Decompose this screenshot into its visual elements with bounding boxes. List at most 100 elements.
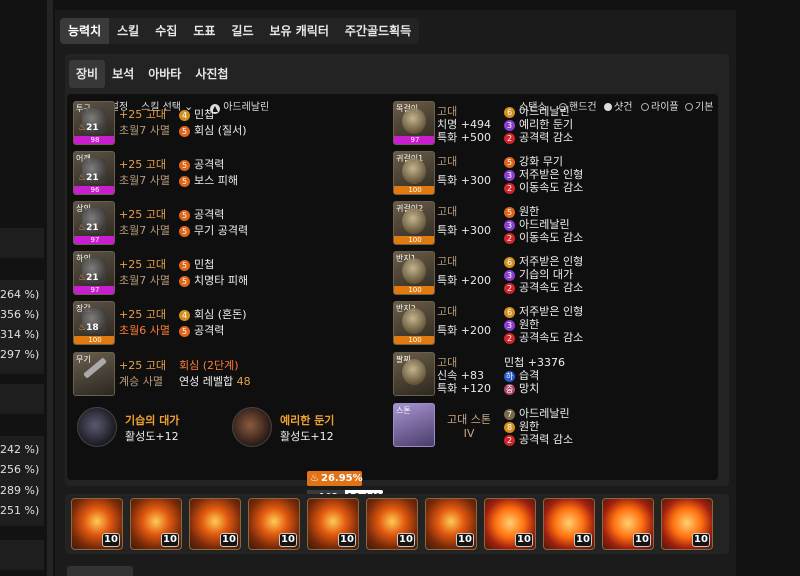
crimson-gem-icon[interactable]: 10 <box>602 498 654 550</box>
elixir-badge: 5 <box>179 276 190 287</box>
accessory-icon <box>402 308 426 334</box>
tab-characters[interactable]: 보유 캐릭터 <box>262 18 337 44</box>
flame-icon: ♨ <box>78 173 87 183</box>
eng-name: 이동속도 감소 <box>519 181 584 194</box>
quality-bar: 100 <box>394 286 434 294</box>
elixir-name: 치명타 피해 <box>194 274 249 287</box>
annihilation-gem-icon[interactable]: 10 <box>130 498 182 550</box>
tab-weekly-gold[interactable]: 주간골드획득 <box>337 18 419 44</box>
elixir-badge: 4 <box>179 110 190 121</box>
equipment-item[interactable]: 하의♨2197+25 고대초월7 사멸5민첩5치명타 피해 <box>73 251 373 297</box>
subtab-gems[interactable]: 보석 <box>105 60 141 88</box>
left-stats-header-2 <box>0 384 44 414</box>
tab-stats[interactable]: 능력치 <box>60 18 110 44</box>
eng-badge: 2 <box>504 183 515 194</box>
gem-level: 10 <box>397 533 415 547</box>
accessory-item[interactable]: 팔찌 고대 신속 +83 특화 +120 민첩 +3376 하 습격 중 망치 <box>393 352 713 398</box>
weapon-link: 연성 레벨합 48 <box>179 373 251 389</box>
accessory-grade: 고대 <box>437 305 458 318</box>
accessory-eng-row: 2 공격속도 감소 <box>504 279 583 295</box>
subtab-equipment[interactable]: 장비 <box>69 60 106 88</box>
transcend-level: ♨18 <box>78 323 99 333</box>
tab-collection[interactable]: 수집 <box>147 18 185 44</box>
accessory-eng-row: 중 망치 <box>504 380 539 396</box>
equipment-ability-stone[interactable]: 스톤 고대 스톤 IV 7 아드레날린 8 원한 2 공격력 감소 <box>393 403 713 449</box>
eng-badge: 2 <box>504 133 515 144</box>
equipment-weapon[interactable]: 무기 +25 고대 계승 사멸 회심 (2단계) 연성 레벨합 48 <box>73 352 373 398</box>
annihilation-gem-icon[interactable]: 10 <box>248 498 300 550</box>
elixir-badge: 5 <box>179 160 190 171</box>
crimson-gem-icon[interactable]: 10 <box>661 498 713 550</box>
elixir-name: 보스 피해 <box>194 174 238 187</box>
accessory-item[interactable]: 반지1 100 고대 특화 +200 6 저주받은 인형 3 기습의 대가 2 공격속도 감소 <box>393 251 713 297</box>
accessory-eng-row: 2 공격속도 감소 <box>504 329 583 345</box>
accessory-slot-icon: 귀걸이1100 <box>393 151 435 195</box>
accessory-item[interactable]: 반지2 100 고대 특화 +200 6 저주받은 인형 3 원한 2 공격속도 감소 <box>393 301 713 347</box>
transcend-level: ♨21 <box>78 173 99 183</box>
equipment-item[interactable]: 투구♨2198+25 고대초월7 사멸4민첩5회심 (질서) <box>73 101 373 147</box>
equipment-item[interactable]: 장갑♨18100+25 고대초월6 사멸4회심 (혼돈)5공격력 <box>73 301 373 347</box>
tab-guild[interactable]: 길드 <box>223 18 261 44</box>
engraving-icon <box>232 407 272 447</box>
left-pct-value: 356 %) <box>0 308 40 321</box>
left-pct-value: 256 %) <box>0 463 40 476</box>
equipment-box: ✕ 효과 설정 스킬 선택 ⌄ ▲ 아드레날린 스탠스 핸드건 샷건 라이플 기… <box>67 94 718 505</box>
eng-badge: 중 <box>504 384 515 395</box>
engraving-ambush-master[interactable]: 기습의 대가 활성도+12 <box>77 407 227 451</box>
eng-badge: 2 <box>504 435 515 446</box>
equipment-slot-icon: 투구♨2198 <box>73 101 115 145</box>
quality-bar: 100 <box>394 336 434 344</box>
engraving-keen-blunt[interactable]: 예리한 둔기 활성도+12 <box>232 407 382 451</box>
sub-tabs: 장비 보석 아바타 사진첩 <box>69 60 235 88</box>
annihilation-gem-icon[interactable]: 10 <box>307 498 359 550</box>
weapon-link-label: 연성 레벨합 <box>179 375 234 388</box>
annihilation-gem-icon[interactable]: 10 <box>425 498 477 550</box>
crimson-gem-icon[interactable]: 10 <box>543 498 595 550</box>
refine-level: +25 고대 <box>119 108 166 121</box>
flame-icon: ♨ <box>78 323 87 333</box>
tab-chart[interactable]: 도표 <box>185 18 223 44</box>
equipment-item[interactable]: 상의♨2197+25 고대초월7 사멸5공격력5무기 공격력 <box>73 201 373 247</box>
accessory-item[interactable]: 목걸이 97 고대 치명 +494 특화 +500 6 아드레날린 3 예리한 둔기 2 공격력 감… <box>393 101 713 147</box>
annihilation-gem-icon[interactable]: 10 <box>71 498 123 550</box>
equipment-slot-icon: 어깨♨2196 <box>73 151 115 195</box>
annihilation-gem-icon[interactable]: 10 <box>366 498 418 550</box>
eng-name: 공격속도 감소 <box>519 331 584 344</box>
elixir-name: 민첩 <box>194 108 215 121</box>
subtab-avatar[interactable]: 아바타 <box>141 60 188 88</box>
stone-slot-icon: 스톤 <box>393 403 435 447</box>
bottom-tab-button[interactable] <box>67 566 133 576</box>
left-stats-header-3 <box>0 540 44 570</box>
accessory-item[interactable]: 귀걸이2100고대특화 +3005원한3아드레날린2이동속도 감소 <box>393 201 713 247</box>
engraving-icon <box>77 407 117 447</box>
accessory-eng-row: 2 이동속도 감소 <box>504 229 583 245</box>
equipment-item[interactable]: 어깨♨2196+25 고대초월7 사멸5공격력5보스 피해 <box>73 151 373 197</box>
eng-name: 이동속도 감소 <box>519 231 584 244</box>
weapon-slot-icon: 무기 <box>73 352 115 396</box>
transcend-tier-text: 초월7 사멸 <box>119 174 170 187</box>
left-pct-value: 251 %) <box>0 504 40 517</box>
left-pct-value: 242 %) <box>0 443 40 456</box>
annihilation-gem-icon[interactable]: 10 <box>189 498 241 550</box>
gem-level: 10 <box>220 533 238 547</box>
accessory-slot-icon: 팔찌 <box>393 352 435 396</box>
eng-name: 공격력 감소 <box>519 433 574 446</box>
accessory-slot-icon: 반지1 100 <box>393 251 435 295</box>
panel-divider <box>47 0 53 576</box>
transcend-level-text: 21 <box>86 173 99 183</box>
gem-level: 10 <box>456 533 474 547</box>
subtab-album[interactable]: 사진첩 <box>188 60 235 88</box>
weapon-elixir: 회심 (2단계) <box>179 359 239 372</box>
quality-bar: 97 <box>74 286 114 294</box>
accessory-item[interactable]: 귀걸이1100고대특화 +3005강화 무기3저주받은 인형2이동속도 감소 <box>393 151 713 197</box>
transcend-tier: 초월7 사멸 <box>119 222 170 238</box>
equipment-slot-icon: 장갑♨18100 <box>73 301 115 345</box>
transcend-level-text: 21 <box>86 223 99 233</box>
accessory-slot-icon: 목걸이 97 <box>393 101 435 145</box>
engraving-name: 기습의 대가 <box>125 414 180 427</box>
elixir-row: 5 회심 (질서) <box>179 122 247 138</box>
main-tabs: 능력치 스킬 수집 도표 길드 보유 캐릭터 주간골드획득 <box>60 18 420 44</box>
crimson-gem-icon[interactable]: 10 <box>484 498 536 550</box>
accessory-stat: 특화 +300 <box>437 224 491 237</box>
tab-skills[interactable]: 스킬 <box>109 18 147 44</box>
